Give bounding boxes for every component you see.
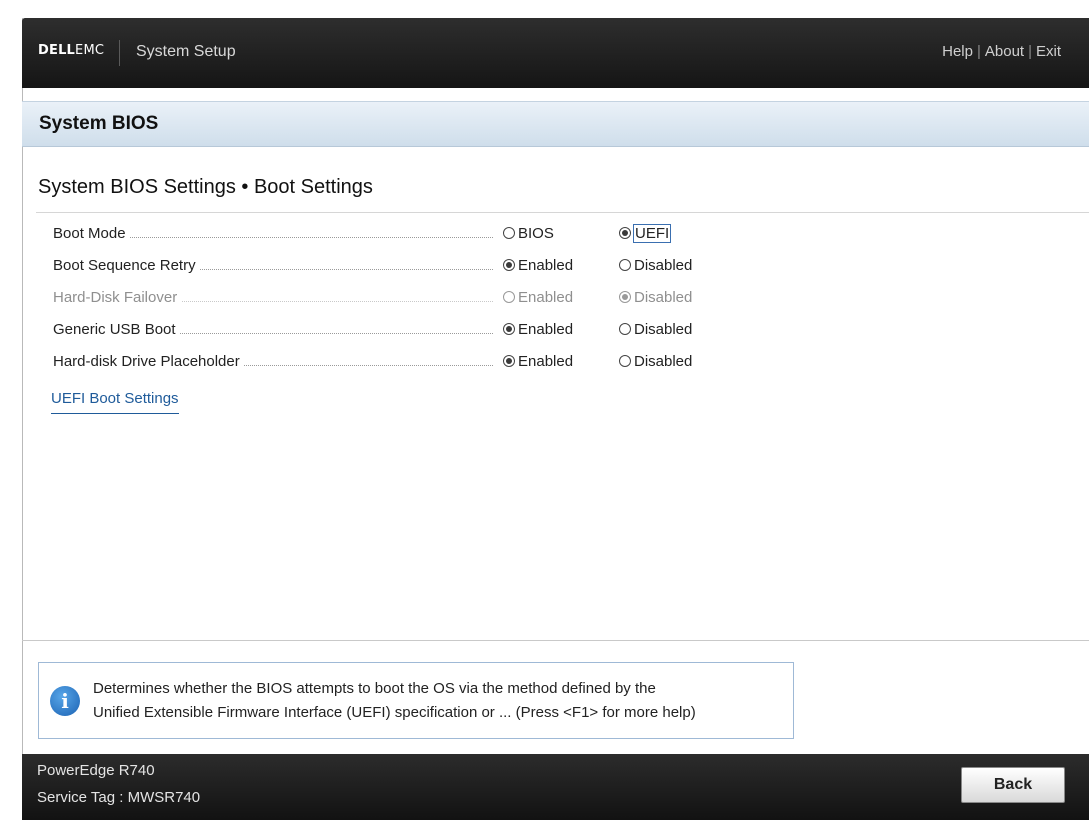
leader-dots: [113, 237, 493, 238]
service-tag: Service Tag : MWSR740: [37, 789, 201, 806]
boot-mode-uefi-radio[interactable]: UEFI: [619, 224, 672, 243]
usb-boot-disabled-radio[interactable]: Disabled: [619, 321, 692, 338]
section-header: System BIOS: [22, 101, 1089, 147]
boot-retry-enabled-radio[interactable]: Enabled: [503, 257, 573, 274]
heading-divider: [36, 212, 1089, 213]
setting-label: Hard-Disk Failover: [53, 289, 182, 306]
setting-hard-disk-failover: Hard-Disk Failover Enabled Disabled: [53, 287, 703, 311]
section-title: System BIOS: [39, 113, 159, 134]
setting-generic-usb-boot: Generic USB Boot Enabled Disabled: [53, 319, 703, 343]
header-divider: [119, 40, 120, 66]
settings-panel: System BIOS Settings • Boot Settings Boo…: [22, 146, 1089, 641]
setting-boot-mode: Boot Mode BIOS UEFI: [53, 223, 703, 247]
footer-bar: PowerEdge R740 Service Tag : MWSR740 Bac…: [22, 754, 1089, 820]
hdd-placeholder-disabled-radio[interactable]: Disabled: [619, 353, 692, 370]
failover-enabled-radio: Enabled: [503, 289, 573, 306]
help-link[interactable]: Help: [942, 43, 973, 60]
server-model: PowerEdge R740: [37, 762, 155, 779]
exit-link[interactable]: Exit: [1036, 43, 1061, 60]
page-title: System BIOS Settings • Boot Settings: [38, 176, 373, 198]
failover-disabled-radio: Disabled: [619, 289, 692, 306]
help-panel: i Determines whether the BIOS attempts t…: [38, 662, 794, 739]
setting-label: Boot Mode: [53, 225, 130, 242]
setting-hdd-placeholder: Hard-disk Drive Placeholder Enabled Disa…: [53, 351, 703, 375]
setting-label: Hard-disk Drive Placeholder: [53, 353, 244, 370]
back-button[interactable]: Back: [961, 767, 1065, 803]
uefi-boot-settings-link[interactable]: UEFI Boot Settings: [51, 390, 179, 414]
dell-emc-logo: DELLEMC: [38, 43, 105, 58]
info-icon: i: [50, 686, 80, 716]
header-links: Help | About | Exit: [942, 43, 1061, 60]
about-link[interactable]: About: [985, 43, 1024, 60]
hdd-placeholder-enabled-radio[interactable]: Enabled: [503, 353, 573, 370]
boot-retry-disabled-radio[interactable]: Disabled: [619, 257, 692, 274]
help-text: Determines whether the BIOS attempts to …: [93, 680, 696, 721]
setting-label: Generic USB Boot: [53, 321, 180, 338]
top-header: DELLEMC System Setup Help | About | Exit: [22, 18, 1089, 88]
setting-label: Boot Sequence Retry: [53, 257, 200, 274]
setting-boot-sequence-retry: Boot Sequence Retry Enabled Disabled: [53, 255, 703, 279]
boot-mode-bios-radio[interactable]: BIOS: [503, 225, 554, 242]
app-title: System Setup: [136, 43, 236, 60]
usb-boot-enabled-radio[interactable]: Enabled: [503, 321, 573, 338]
